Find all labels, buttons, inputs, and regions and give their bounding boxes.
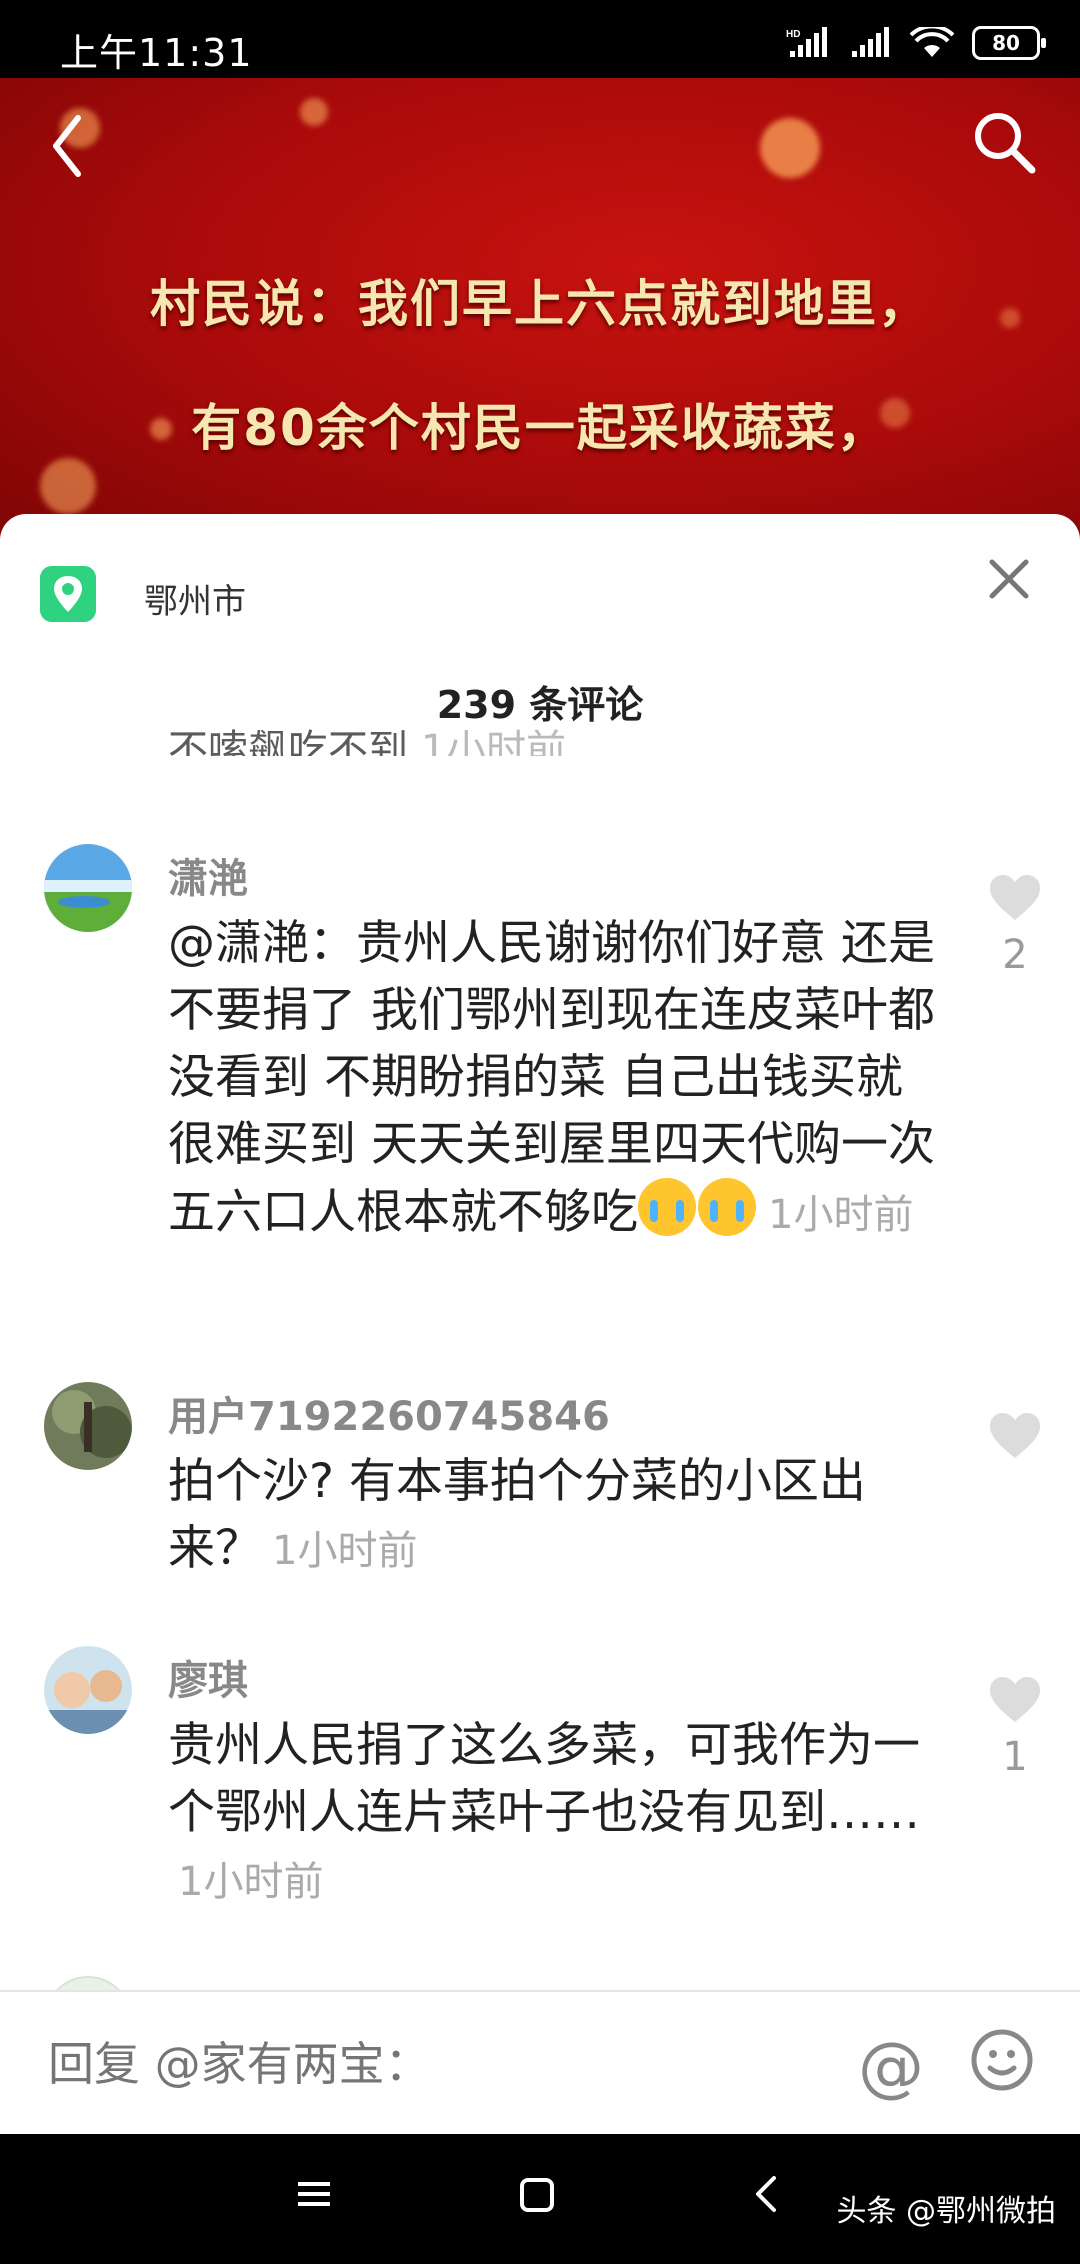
location-label[interactable]: 鄂州市: [144, 574, 246, 623]
location-pin-icon: [40, 566, 96, 622]
cut-off-comment: 不嗦飙吃不到 1小时前: [168, 724, 566, 756]
comment-username[interactable]: 潇滟: [168, 846, 248, 904]
reply-input[interactable]: [46, 2036, 810, 2092]
home-icon[interactable]: [518, 2174, 556, 2214]
heart-icon: [990, 875, 1040, 920]
wifi-icon: [910, 27, 954, 57]
status-time: 上午11:31: [60, 31, 253, 75]
comment-sheet: 鄂州市 239 条评论 不嗦飙吃不到 1小时前 潇滟 @潇滟：贵州人民谢谢你们好…: [0, 514, 1080, 2134]
comment-time: 1小时前: [768, 1192, 914, 1238]
avatar[interactable]: [44, 1646, 132, 1734]
search-icon[interactable]: [970, 108, 1040, 178]
cut-off-time: 1小时前: [420, 727, 567, 756]
like-count: 2: [1002, 932, 1028, 978]
avatar[interactable]: [44, 1382, 132, 1470]
comment-body: 贵州人民捐了这么多菜，可我作为一个鄂州人连片菜叶子也没有见到…… 1小时前: [168, 1712, 948, 1916]
back-icon[interactable]: [752, 2174, 782, 2214]
like-button[interactable]: [988, 1412, 1042, 1470]
like-button[interactable]: 1: [988, 1676, 1042, 1780]
comment-username[interactable]: 用户7192260745846: [168, 1384, 610, 1442]
reply-bar: @: [0, 1990, 1080, 2136]
like-count: 1: [1002, 1734, 1028, 1780]
status-icons: HD 80: [786, 26, 1046, 60]
crying-emoji-icon: [638, 1178, 696, 1236]
status-bar: 上午11:31 HD 80: [0, 0, 1080, 78]
watermark: 头条 @鄂州微拍: [836, 2194, 1056, 2229]
comment-time: 1小时前: [178, 1859, 324, 1905]
avatar[interactable]: [44, 844, 132, 932]
menu-icon[interactable]: [296, 2174, 332, 2214]
heart-icon: [990, 1413, 1040, 1458]
close-icon[interactable]: [982, 552, 1036, 606]
signal-icon: [852, 27, 889, 57]
svg-text:HD: HD: [786, 29, 800, 40]
cut-off-text: 不嗦飙吃不到: [168, 727, 408, 756]
hd-signal-icon: HD: [786, 27, 827, 57]
video-caption-line1: 村民说：我们早上六点就到地里，: [150, 275, 930, 333]
comment-username[interactable]: 廖琪: [168, 1648, 248, 1706]
crying-emoji-icon: [698, 1178, 756, 1236]
battery-icon: 80: [972, 26, 1046, 60]
emoji-icon[interactable]: [970, 2028, 1034, 2092]
video-player[interactable]: 村民说：我们早上六点就到地里， 有80余个村民一起采收蔬菜，: [0, 78, 1080, 548]
mention-button[interactable]: @: [858, 2028, 924, 2105]
comment-body: @潇滟：贵州人民谢谢你们好意 还是不要捐了 我们鄂州到现在连皮菜叶都没看到 不期…: [168, 910, 948, 1249]
comment-time: 1小时前: [272, 1528, 418, 1574]
comment-text: 贵州人民捐了这么多菜，可我作为一个鄂州人连片菜叶子也没有见到……: [168, 1718, 920, 1840]
comment-count: 239 条评论: [436, 683, 644, 727]
heart-icon: [990, 1677, 1040, 1722]
like-button[interactable]: 2: [988, 874, 1042, 978]
comment-body: 拍个沙? 有本事拍个分菜的小区出来？ 1小时前: [168, 1448, 948, 1585]
back-chevron-icon[interactable]: [44, 106, 94, 186]
video-caption-line2: 有80余个村民一起采收蔬菜，: [191, 399, 889, 457]
